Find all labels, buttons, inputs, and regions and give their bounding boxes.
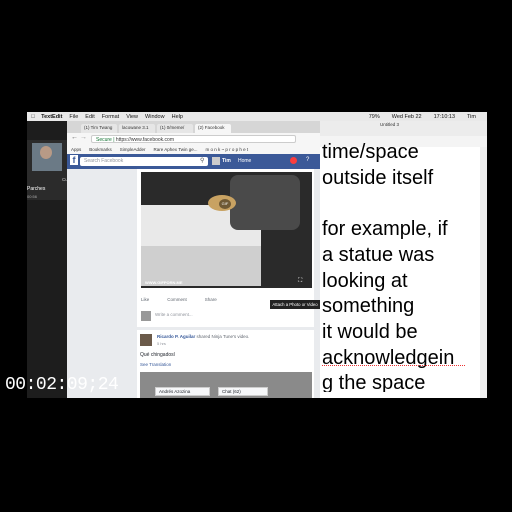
menu-format[interactable]: Format bbox=[102, 114, 119, 120]
bookmark-item[interactable]: m o n k ~ p r o p h e t bbox=[206, 147, 249, 152]
tooltip: Attach a Photo or Video bbox=[270, 300, 320, 309]
url-field[interactable]: Secure | https://www.facebook.com bbox=[91, 135, 296, 143]
bookmark-item[interactable]: Apps bbox=[71, 147, 81, 152]
menu-date[interactable]: Wed Feb 22 bbox=[392, 114, 422, 120]
avatar[interactable] bbox=[212, 157, 220, 165]
menu-app-name[interactable]: TextEdit bbox=[41, 114, 62, 120]
post-author[interactable]: Ricardo P. Aguilar shared Ninja Tune's v… bbox=[157, 334, 249, 339]
menu-edit[interactable]: Edit bbox=[85, 114, 94, 120]
spellcheck-underline bbox=[322, 363, 465, 366]
bookmark-item[interactable]: SimpleAdder bbox=[120, 147, 146, 152]
video-watermark: WWW.GIFPORN.ME bbox=[145, 280, 183, 285]
search-icon[interactable]: ⚲ bbox=[200, 157, 204, 164]
comment-button[interactable]: Comment bbox=[167, 297, 187, 302]
post-author-name[interactable]: Ricardo P. Aguilar bbox=[157, 334, 195, 339]
menu-window[interactable]: Window bbox=[145, 114, 165, 120]
text-line: outside itself bbox=[322, 166, 434, 189]
video-scene-figure bbox=[230, 175, 300, 230]
menu-clock[interactable]: 17:10:13 bbox=[434, 114, 455, 120]
menu-user[interactable]: Tim bbox=[467, 114, 476, 120]
like-button[interactable]: Like bbox=[141, 297, 149, 302]
call-duration: 00:56 bbox=[27, 194, 38, 199]
chat-contact-tab[interactable]: Andrés Azozina bbox=[155, 387, 210, 396]
mac-menu-bar:  TextEdit File Edit Format View Window … bbox=[27, 112, 487, 121]
video-timecode: 00:02:09;24 bbox=[5, 375, 119, 395]
bookmark-item[interactable]: Bookmarks bbox=[89, 147, 112, 152]
bookmark-item[interactable]: Rare Aphex Twin ge... bbox=[154, 147, 198, 152]
secure-label: Secure bbox=[96, 137, 112, 143]
apple-icon[interactable]:  bbox=[31, 114, 35, 120]
text-line: a statue was bbox=[322, 243, 435, 266]
fb-home-link[interactable]: Home bbox=[238, 158, 251, 164]
facebook-search-input[interactable]: Search Facebook bbox=[80, 157, 208, 166]
text-line: looking at bbox=[322, 269, 408, 292]
forward-icon[interactable]: → bbox=[80, 134, 87, 141]
text-line: something bbox=[322, 295, 415, 318]
fullscreen-icon[interactable]: ⛶ bbox=[298, 278, 302, 285]
browser-tab[interactable]: (1) Tim Twang bbox=[81, 124, 117, 133]
text-line: for example, if bbox=[322, 218, 448, 241]
browser-tab[interactable]: lacowane 3.1 bbox=[119, 124, 155, 133]
caller-face bbox=[40, 146, 52, 159]
share-button[interactable]: Share bbox=[205, 297, 217, 302]
fb-user-name[interactable]: Tim bbox=[222, 158, 231, 164]
window-title: Untitled 3 bbox=[380, 122, 400, 127]
post-text: Qué chingadosl bbox=[140, 352, 175, 358]
help-icon[interactable]: ? bbox=[306, 157, 309, 163]
comment-input[interactable]: Write a comment... bbox=[155, 312, 305, 321]
menu-help[interactable]: Help bbox=[172, 114, 183, 120]
facebook-logo-icon[interactable]: f bbox=[70, 155, 78, 165]
url-text: https://www.facebook.com bbox=[115, 137, 175, 143]
text-line: g the space bbox=[322, 372, 426, 392]
see-translation-link[interactable]: See Translation bbox=[140, 362, 171, 367]
text-line: acknowledgein bbox=[322, 346, 455, 369]
back-icon[interactable]: ← bbox=[71, 134, 78, 141]
notification-icon[interactable] bbox=[290, 157, 297, 164]
menu-view[interactable]: View bbox=[126, 114, 138, 120]
avatar[interactable] bbox=[140, 334, 152, 346]
browser-tab[interactable]: (1) 0/meme/ bbox=[157, 124, 193, 133]
post-actions: Like Comment Share bbox=[141, 297, 217, 302]
bookmarks-bar: Apps Bookmarks SimpleAdder Rare Aphex Tw… bbox=[67, 145, 320, 154]
battery-status[interactable]: 79% bbox=[369, 114, 380, 120]
text-line bbox=[322, 191, 482, 217]
document-text[interactable]: time/space outside itself for example, if… bbox=[322, 140, 482, 392]
menu-file[interactable]: File bbox=[69, 114, 78, 120]
text-line: it would be bbox=[322, 320, 418, 343]
browser-tab-bar: (1) Tim Twang lacowane 3.1 (1) 0/meme/ (… bbox=[67, 121, 320, 133]
gif-badge[interactable]: GIF bbox=[219, 199, 231, 209]
textedit-toolbar bbox=[320, 121, 487, 136]
post-shared-text: shared Ninja Tune's video. bbox=[196, 334, 250, 339]
browser-tab-active[interactable]: (2) Facebook bbox=[195, 124, 231, 133]
avatar bbox=[141, 311, 151, 321]
caller-name: Parches bbox=[27, 186, 46, 192]
post-time[interactable]: 5 hrs bbox=[157, 341, 166, 346]
chat-sidebar-tab[interactable]: Chat (62) bbox=[218, 387, 268, 396]
text-line: time/space bbox=[322, 141, 419, 163]
